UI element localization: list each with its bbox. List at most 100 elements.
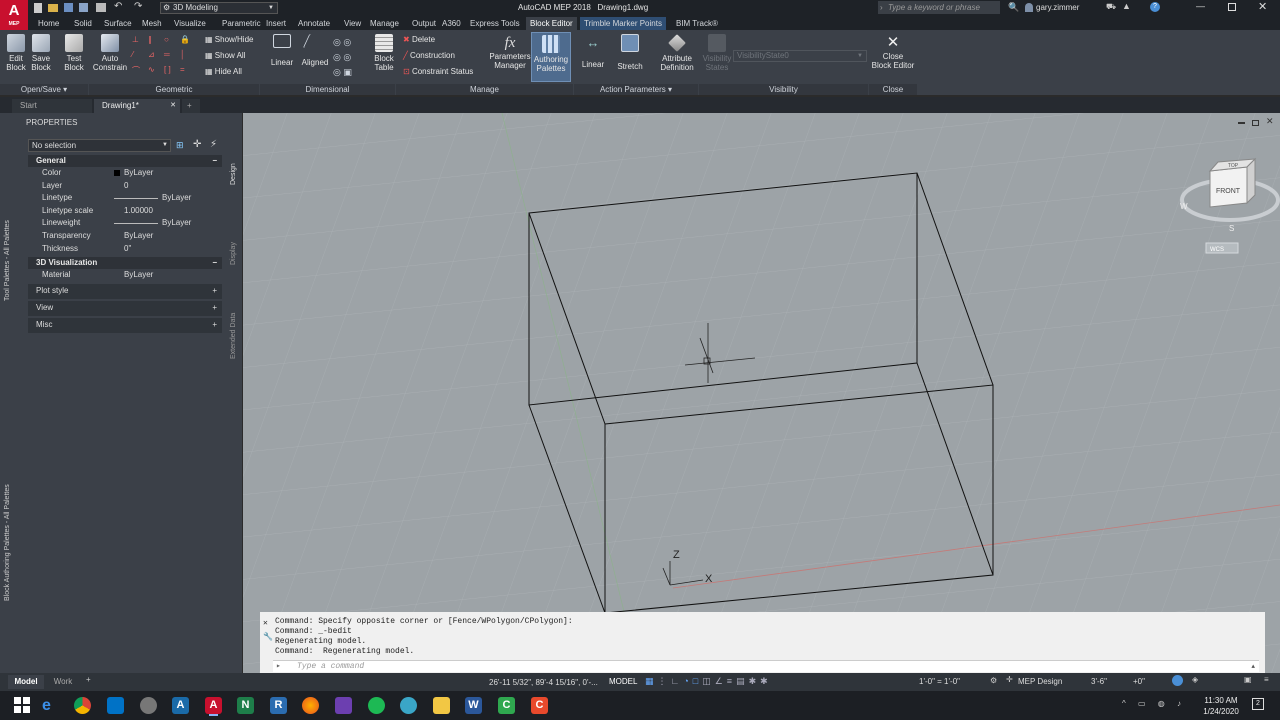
- transparency-icon[interactable]: ▤: [736, 676, 749, 686]
- property-value[interactable]: ByLayer: [124, 269, 153, 282]
- user-icon[interactable]: [1025, 3, 1033, 12]
- lock-icon[interactable]: 🔒: [180, 35, 190, 44]
- viewport-close-icon[interactable]: ✕: [1266, 116, 1274, 127]
- panel-title-dimensional[interactable]: Dimensional: [260, 84, 395, 95]
- tray-icons[interactable]: ^ ▭ ◍ ♪: [1122, 699, 1186, 708]
- viewport-minimize-icon[interactable]: [1238, 119, 1245, 124]
- parallel-icon[interactable]: ⁄: [132, 50, 133, 59]
- perpendicular-icon[interactable]: ⊿: [148, 50, 155, 59]
- expand-icon[interactable]: +: [212, 318, 217, 331]
- delete-button[interactable]: ✖ Delete: [403, 35, 435, 45]
- property-value[interactable]: 1.00000: [124, 205, 153, 218]
- exchange-icon[interactable]: ▲: [1122, 1, 1131, 11]
- command-settings-icon[interactable]: 🔧: [263, 632, 273, 642]
- radial-icon[interactable]: ◎ ◎: [333, 50, 363, 65]
- property-value[interactable]: ByLayer: [124, 167, 153, 180]
- viewport-restore-icon[interactable]: [1252, 120, 1259, 126]
- tool-palettes-label[interactable]: Tool Palettes - All Palettes: [4, 220, 11, 301]
- smooth-icon[interactable]: ∿: [148, 65, 155, 74]
- dim-linear-button[interactable]: Linear: [268, 34, 296, 67]
- minimize-icon[interactable]: —: [1196, 1, 1205, 11]
- 3d-visualization-section[interactable]: 3D Visualization −: [28, 257, 222, 270]
- cart-icon[interactable]: ⛟: [1106, 2, 1116, 12]
- command-input[interactable]: ▸ Type a command ▲: [273, 660, 1259, 672]
- drawing-canvas[interactable]: Z X TOP FRONT W S WCS ✕: [243, 113, 1280, 673]
- general-property-row[interactable]: Thickness 0": [28, 243, 222, 256]
- autoscale-icon[interactable]: ✱: [760, 676, 772, 686]
- general-property-row[interactable]: Color ByLayer: [28, 167, 222, 180]
- camtasia-icon[interactable]: C: [498, 697, 515, 714]
- spotify-icon[interactable]: [368, 697, 385, 714]
- gear-icon[interactable]: ⚙: [990, 676, 997, 685]
- concentric-icon[interactable]: ○: [164, 35, 169, 44]
- group-plot-style[interactable]: Plot style +: [28, 283, 222, 299]
- group-misc[interactable]: Misc +: [28, 317, 222, 333]
- tab-drawing1[interactable]: Drawing1* ✕: [94, 99, 180, 113]
- visualization-property-row[interactable]: Material ByLayer: [28, 269, 222, 282]
- attribute-definition-button[interactable]: Attribute Definition: [656, 34, 698, 72]
- save-block-button[interactable]: Save Block: [29, 34, 53, 72]
- tab-a360[interactable]: A360: [438, 17, 465, 30]
- general-property-row[interactable]: Transparency ByLayer: [28, 230, 222, 243]
- action-linear-button[interactable]: ↔ Linear: [578, 34, 608, 69]
- clock[interactable]: 11:30 AM 1/24/2020: [1196, 695, 1246, 717]
- undo-icon[interactable]: ↶: [114, 1, 122, 12]
- firefox-icon[interactable]: [302, 697, 319, 714]
- tab-work[interactable]: Work: [46, 675, 80, 689]
- tab-solid[interactable]: Solid: [70, 17, 96, 30]
- new-tab-button[interactable]: +: [182, 99, 200, 113]
- elevation-value[interactable]: +0": [1133, 677, 1145, 686]
- parameters-manager-button[interactable]: fx Parameters Manager: [488, 34, 532, 70]
- equal-icon[interactable]: =: [180, 65, 185, 74]
- tangent-icon[interactable]: ⌒: [132, 65, 140, 76]
- tab-trimble-marker-points[interactable]: Trimble Marker Points: [580, 17, 666, 30]
- outlook-icon[interactable]: [107, 697, 124, 714]
- edge-icon[interactable]: e: [42, 697, 59, 714]
- stretch-button[interactable]: Stretch: [615, 34, 645, 71]
- search-box[interactable]: › Type a keyword or phrase: [878, 1, 1000, 14]
- close-tab-icon[interactable]: ✕: [170, 99, 176, 113]
- panel-title-manage[interactable]: Manage: [396, 84, 573, 95]
- tab-view[interactable]: View: [340, 17, 365, 30]
- grid-icon[interactable]: ▦: [645, 676, 658, 686]
- tab-home[interactable]: Home: [34, 17, 63, 30]
- vertical-icon[interactable]: │: [180, 50, 185, 59]
- general-property-row[interactable]: Linetype scale 1.00000: [28, 205, 222, 218]
- plus-icon[interactable]: ✛: [1006, 675, 1013, 684]
- snipping-icon[interactable]: [140, 697, 157, 714]
- plot-icon[interactable]: [96, 3, 106, 12]
- recorder-icon[interactable]: C: [531, 697, 548, 714]
- file-explorer-icon[interactable]: [433, 697, 450, 714]
- autocad-mep-icon[interactable]: A: [205, 697, 222, 714]
- panel-title-action-parameters[interactable]: Action Parameters ▾: [574, 84, 698, 95]
- general-property-row[interactable]: Layer 0: [28, 180, 222, 193]
- add-layout-icon[interactable]: +: [86, 675, 91, 684]
- tab-express-tools[interactable]: Express Tools: [466, 17, 524, 30]
- tab-manage[interactable]: Manage: [366, 17, 403, 30]
- visual-studio-icon[interactable]: [335, 697, 352, 714]
- close-block-editor-button[interactable]: ✕ Close Block Editor: [870, 34, 916, 70]
- hide-all-button[interactable]: ▦ Hide All: [205, 67, 242, 77]
- tab-display[interactable]: Display: [230, 242, 237, 265]
- group-view[interactable]: View +: [28, 300, 222, 316]
- angular-icon[interactable]: ◎ ◎: [333, 35, 363, 50]
- panel-title-open-save[interactable]: Open/Save ▾: [0, 84, 88, 95]
- coincident-icon[interactable]: ⊥: [132, 35, 139, 44]
- dim-aligned-button[interactable]: Aligned: [300, 34, 330, 67]
- revit-icon[interactable]: R: [270, 697, 287, 714]
- help-icon[interactable]: ?: [1150, 2, 1160, 12]
- ortho-icon[interactable]: ∟: [671, 676, 684, 686]
- search-icon[interactable]: 🔍: [1008, 2, 1019, 13]
- isolate-icon[interactable]: [1172, 675, 1183, 686]
- windows-start-icon[interactable]: [14, 697, 31, 714]
- tab-model[interactable]: Model: [8, 675, 44, 689]
- expand-icon[interactable]: +: [212, 301, 217, 314]
- saveas-icon[interactable]: [79, 3, 88, 12]
- clean-screen-icon[interactable]: ▣: [1244, 675, 1252, 684]
- save-icon[interactable]: [64, 3, 73, 12]
- otrack-icon[interactable]: ∠: [715, 676, 727, 686]
- workspace-status-dropdown[interactable]: MEP Design: [1018, 677, 1062, 686]
- tab-bim-track-[interactable]: BIM Track®: [672, 17, 722, 30]
- collinear-icon[interactable]: ∥: [148, 35, 152, 44]
- panel-title-geometric[interactable]: Geometric: [89, 84, 259, 95]
